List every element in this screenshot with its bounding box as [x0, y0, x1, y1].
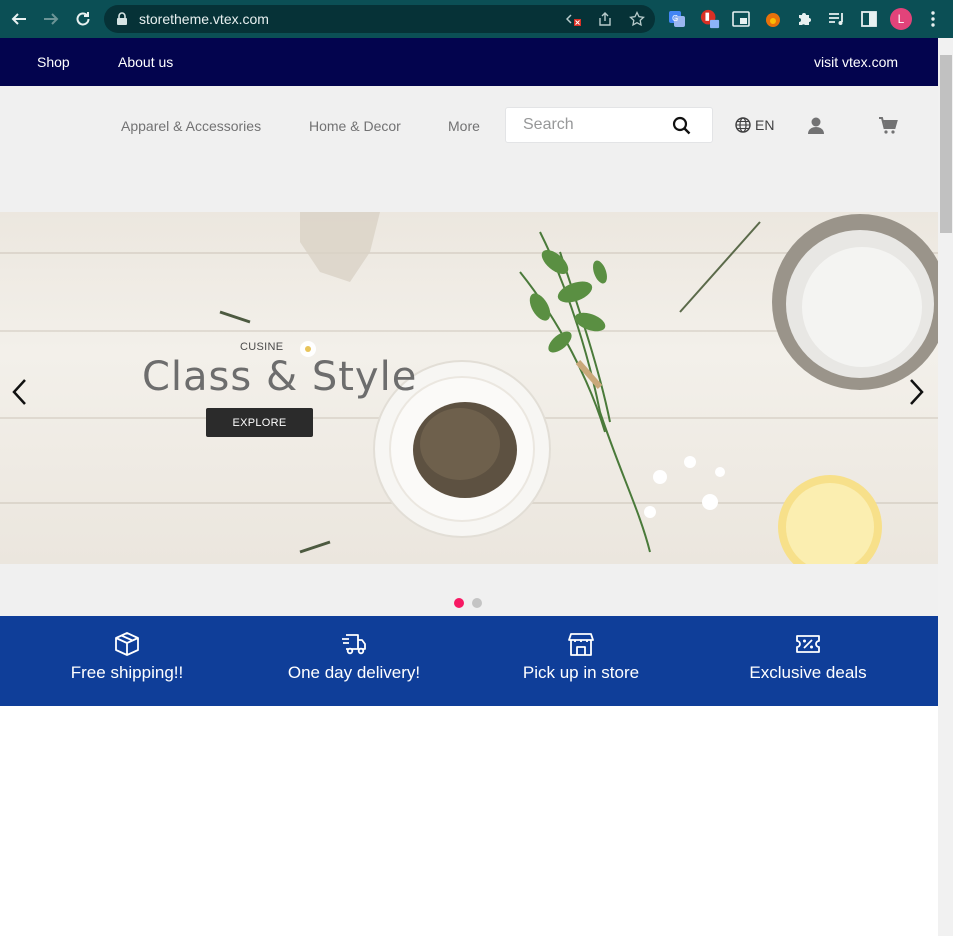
- slider-dot-1[interactable]: [454, 598, 464, 608]
- red-extension-icon[interactable]: [700, 9, 720, 29]
- menu-item-more[interactable]: More: [448, 118, 480, 134]
- info-pick-up-in-store: Pick up in store: [481, 616, 681, 706]
- hero-title: Class & Style: [142, 354, 418, 400]
- box-icon: [115, 632, 139, 656]
- search-icon[interactable]: [672, 116, 692, 136]
- hero-banner: CUSINE Class & Style EXPLORE: [0, 212, 938, 564]
- info-label: One day delivery!: [287, 663, 421, 682]
- top-bar: Shop About us visit vtex.com: [0, 38, 938, 86]
- search-input[interactable]: [523, 115, 673, 135]
- globe-icon: [735, 117, 751, 133]
- visit-vtex-link[interactable]: visit vtex.com: [814, 54, 898, 70]
- slider-next-arrow-icon[interactable]: [906, 377, 926, 407]
- slider-dot-2[interactable]: [472, 598, 482, 608]
- url-text: storetheme.vtex.com: [139, 11, 269, 27]
- page-scrollbar-thumb[interactable]: [940, 55, 952, 233]
- user-icon[interactable]: [806, 116, 826, 136]
- reload-icon: [76, 12, 90, 26]
- browser-menu-icon[interactable]: [923, 9, 943, 29]
- info-bar: Free shipping!! One day delivery! Pick u…: [0, 616, 938, 706]
- search-box: [505, 107, 713, 143]
- menu-item-home-decor[interactable]: Home & Decor: [309, 118, 401, 134]
- hero-image: [219, 212, 938, 564]
- info-free-shipping: Free shipping!!: [27, 616, 227, 706]
- profile-avatar[interactable]: L: [890, 8, 912, 30]
- info-label: Exclusive deals: [749, 663, 867, 682]
- explore-button[interactable]: EXPLORE: [206, 408, 313, 437]
- lock-icon: [117, 12, 127, 25]
- picture-in-picture-icon[interactable]: [731, 9, 751, 29]
- side-panel-icon[interactable]: [859, 9, 879, 29]
- hero-subtitle: CUSINE: [240, 341, 284, 353]
- menu-item-apparel[interactable]: Apparel & Accessories: [121, 118, 261, 134]
- bookmark-star-icon[interactable]: [629, 11, 645, 27]
- extensions-puzzle-icon[interactable]: [795, 9, 815, 29]
- share-icon[interactable]: [597, 11, 613, 27]
- slider-previous-arrow-icon[interactable]: [10, 377, 30, 407]
- fox-extension-icon[interactable]: [763, 9, 783, 29]
- store-header: Apparel & Accessories Home & Decor More …: [0, 86, 938, 212]
- back-button[interactable]: [7, 7, 31, 31]
- info-exclusive-deals: Exclusive deals: [708, 616, 908, 706]
- svg-text:G: G: [672, 14, 678, 23]
- language-code: EN: [755, 117, 775, 133]
- address-bar[interactable]: storetheme.vtex.com: [104, 5, 655, 33]
- info-label: Free shipping!!: [70, 663, 184, 682]
- back-arrow-icon: [11, 13, 26, 25]
- translate-extension-icon[interactable]: G: [667, 9, 687, 29]
- about-us-link[interactable]: About us: [118, 54, 173, 70]
- reading-list-icon[interactable]: [827, 9, 847, 29]
- reload-button[interactable]: [71, 7, 95, 31]
- language-selector[interactable]: EN: [735, 117, 774, 133]
- info-label: Pick up in store: [522, 663, 640, 682]
- delivery-truck-icon: [342, 634, 366, 655]
- discount-ticket-icon: [796, 635, 820, 653]
- browser-toolbar: storetheme.vtex.com G L: [0, 0, 953, 38]
- slider-dots: [0, 564, 938, 616]
- shop-link[interactable]: Shop: [37, 54, 70, 70]
- code-blocked-icon[interactable]: [566, 11, 582, 27]
- cart-icon[interactable]: [878, 116, 898, 136]
- store-icon: [568, 633, 594, 656]
- forward-arrow-icon: [44, 13, 59, 25]
- forward-button[interactable]: [39, 7, 63, 31]
- info-one-day-delivery: One day delivery!: [254, 616, 454, 706]
